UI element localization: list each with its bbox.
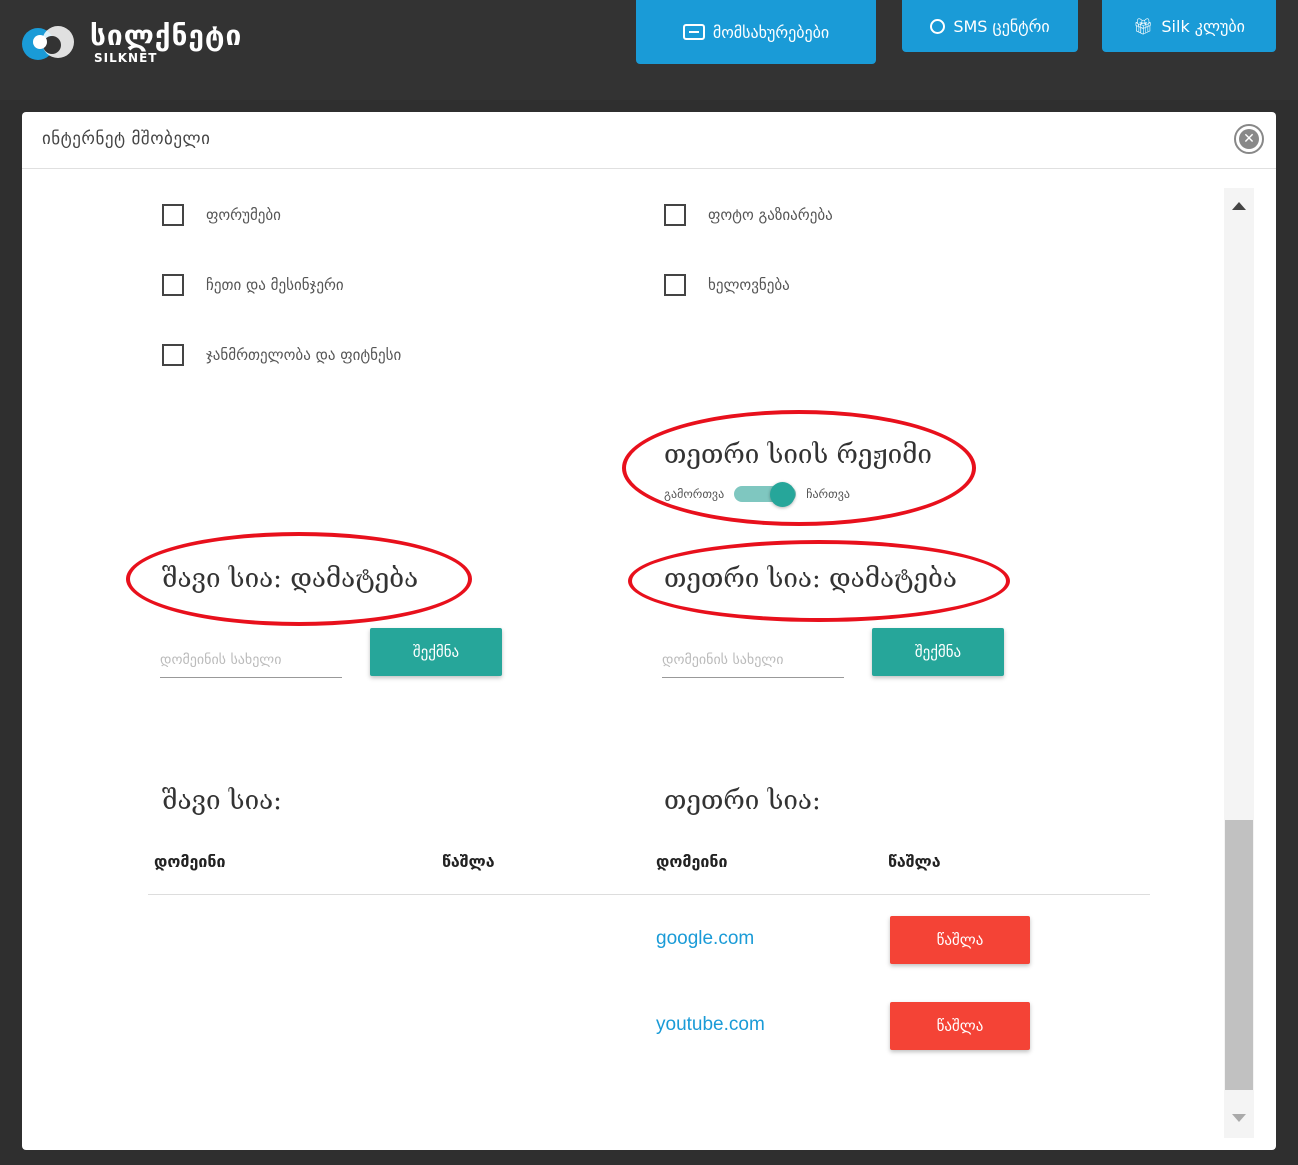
- category-chat-messenger[interactable]: ჩეთი და მესინჯერი: [162, 274, 344, 296]
- toggle-off-label: გამორთვა: [664, 487, 725, 501]
- category-art[interactable]: ხელოვნება: [664, 274, 790, 296]
- category-photo-sharing[interactable]: ფოტო გაზიარება: [664, 204, 833, 226]
- close-icon: ✕: [1239, 129, 1259, 149]
- whitelist-delete-button[interactable]: წაშლა: [890, 1002, 1030, 1050]
- scroll-thumb[interactable]: [1225, 820, 1253, 1090]
- checkbox[interactable]: [664, 274, 686, 296]
- blacklist-create-button[interactable]: შექმნა: [370, 628, 502, 676]
- whitelist-domain-input[interactable]: [662, 642, 844, 678]
- whitelist-col-delete: წაშლა: [888, 852, 941, 871]
- silknet-logo[interactable]: სილქნეტი SILKNET: [14, 18, 242, 68]
- internet-parent-modal: ინტერნეტ მშობელი ✕ ფორუმები ფოტო გაზიარე…: [22, 112, 1276, 1150]
- category-label: ფოტო გაზიარება: [708, 206, 833, 224]
- toggle-knob: [770, 482, 796, 507]
- category-label: ფორუმები: [206, 206, 281, 224]
- sms-center-button[interactable]: SMS ცენტრი: [902, 0, 1078, 52]
- whitelist-mode-toggle[interactable]: [734, 482, 797, 507]
- whitelist-mode-title: თეთრი სიის რეჟიმი: [664, 440, 932, 470]
- scroll-up-arrow-icon[interactable]: [1232, 202, 1246, 210]
- blacklist-title: შავი სია:: [162, 786, 282, 816]
- silk-club-label: Silk კლუბი: [1161, 16, 1245, 36]
- logo-subtitle: SILKNET: [94, 51, 158, 65]
- services-label: მომსახურებები: [712, 22, 830, 42]
- whitelist-col-domain: დომეინი: [656, 852, 728, 871]
- silk-club-button[interactable]: 🎁︎ Silk კლუბი: [1102, 0, 1276, 52]
- category-label: ჯანმრთელობა და ფიტნესი: [206, 346, 402, 364]
- scroll-down-arrow-icon[interactable]: [1232, 1114, 1246, 1122]
- whitelist-delete-button[interactable]: წაშლა: [890, 916, 1030, 964]
- whitelist-create-button[interactable]: შექმნა: [872, 628, 1004, 676]
- top-bar: სილქნეტი SILKNET მომსახურებები SMS ცენტრ…: [0, 0, 1298, 100]
- checkbox[interactable]: [162, 204, 184, 226]
- sms-center-label: SMS ცენტრი: [953, 16, 1050, 36]
- blacklist-col-delete: წაშლა: [442, 852, 495, 871]
- blacklist-add-title: შავი სია: დამატება: [162, 564, 419, 594]
- chat-bubble-icon: [930, 18, 946, 34]
- checkbox[interactable]: [162, 344, 184, 366]
- checkbox[interactable]: [162, 274, 184, 296]
- category-label: ხელოვნება: [708, 276, 790, 294]
- services-button[interactable]: მომსახურებები: [636, 0, 876, 64]
- checkbox[interactable]: [664, 204, 686, 226]
- category-health-fitness[interactable]: ჯანმრთელობა და ფიტნესი: [162, 344, 401, 366]
- whitelist-mode-toggle-row: გამორთვა ჩართვა: [664, 482, 850, 507]
- category-forums[interactable]: ფორუმები: [162, 204, 281, 226]
- toggle-on-label: ჩართვა: [806, 487, 850, 501]
- blacklist-domain-input[interactable]: [160, 642, 342, 678]
- modal-title: ინტერნეტ მშობელი: [42, 129, 211, 149]
- blacklist-col-domain: დომეინი: [154, 852, 226, 871]
- keyboard-icon: [682, 24, 705, 40]
- whitelist-domain-link[interactable]: google.com: [656, 928, 754, 950]
- modal-scrollbar[interactable]: [1224, 188, 1254, 1138]
- category-label: ჩეთი და მესინჯერი: [206, 276, 344, 294]
- gift-icon: 🎁︎: [1133, 16, 1154, 36]
- logo-name: სილქნეტი: [90, 19, 243, 52]
- close-button[interactable]: ✕: [1234, 124, 1264, 154]
- silknet-logo-icon: [22, 26, 74, 60]
- whitelist-domain-link[interactable]: youtube.com: [656, 1014, 765, 1036]
- list-divider: [148, 894, 1150, 895]
- whitelist-add-title: თეთრი სია: დამატება: [664, 564, 957, 594]
- whitelist-title: თეთრი სია:: [664, 786, 821, 816]
- modal-header: ინტერნეტ მშობელი ✕: [22, 112, 1276, 169]
